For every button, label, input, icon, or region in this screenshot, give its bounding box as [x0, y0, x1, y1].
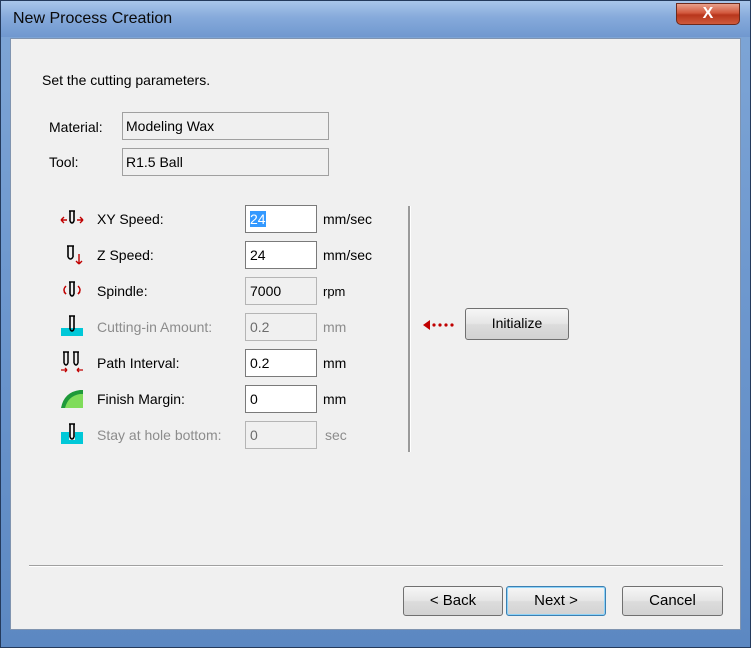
- finish-margin-icon: [61, 390, 83, 408]
- spindle-icon: [63, 281, 81, 297]
- cancel-button[interactable]: Cancel: [622, 586, 723, 616]
- xy-speed-icon: [60, 210, 84, 224]
- stay-hole-input: 0: [245, 421, 317, 449]
- path-interval-input[interactable]: 0.2: [245, 349, 317, 377]
- cutting-in-icon: [61, 315, 83, 336]
- title-bar[interactable]: New Process Creation X: [1, 1, 750, 37]
- window-title: New Process Creation: [13, 10, 173, 27]
- material-field: Modeling Wax: [122, 112, 329, 140]
- xy-speed-input[interactable]: 24: [245, 205, 317, 233]
- path-interval-label: Path Interval:: [97, 355, 180, 371]
- z-speed-icon: [67, 245, 83, 265]
- tool-field: R1.5 Ball: [122, 148, 329, 176]
- cutting-in-input: 0.2: [245, 313, 317, 341]
- cutting-in-unit: mm: [323, 319, 347, 335]
- z-speed-label: Z Speed:: [97, 247, 154, 263]
- finish-margin-label: Finish Margin:: [97, 391, 185, 407]
- stay-hole-unit: sec: [325, 427, 347, 443]
- spindle-field: 7000: [245, 277, 317, 305]
- next-button[interactable]: Next >: [506, 586, 606, 616]
- finish-margin-input[interactable]: 0: [245, 385, 317, 413]
- z-speed-unit: mm/sec: [323, 247, 372, 263]
- tool-label: Tool:: [49, 154, 79, 170]
- back-button[interactable]: < Back: [403, 586, 503, 616]
- material-label: Material:: [49, 119, 103, 135]
- z-speed-input[interactable]: 24: [245, 241, 317, 269]
- horizontal-divider: [29, 565, 723, 567]
- path-interval-unit: mm: [323, 355, 347, 371]
- instruction-text: Set the cutting parameters.: [42, 72, 211, 88]
- vertical-divider: [408, 206, 411, 452]
- xy-speed-label: XY Speed:: [97, 211, 164, 227]
- stay-hole-icon: [61, 423, 83, 444]
- dialog-body: Set the cutting parameters. Material: Mo…: [10, 38, 741, 630]
- finish-margin-unit: mm: [323, 391, 347, 407]
- close-button[interactable]: X: [676, 3, 740, 25]
- initialize-button[interactable]: Initialize: [465, 308, 569, 340]
- dialog-window: New Process Creation X Set the cutting p…: [0, 0, 751, 648]
- stay-hole-label: Stay at hole bottom:: [97, 427, 222, 443]
- spindle-label: Spindle:: [97, 283, 148, 299]
- cutting-in-label: Cutting-in Amount:: [97, 319, 213, 335]
- xy-speed-unit: mm/sec: [323, 211, 372, 227]
- dotted-arrow-left-icon: [423, 320, 454, 330]
- path-interval-icon: [61, 351, 83, 373]
- spindle-unit: rpm: [323, 284, 346, 299]
